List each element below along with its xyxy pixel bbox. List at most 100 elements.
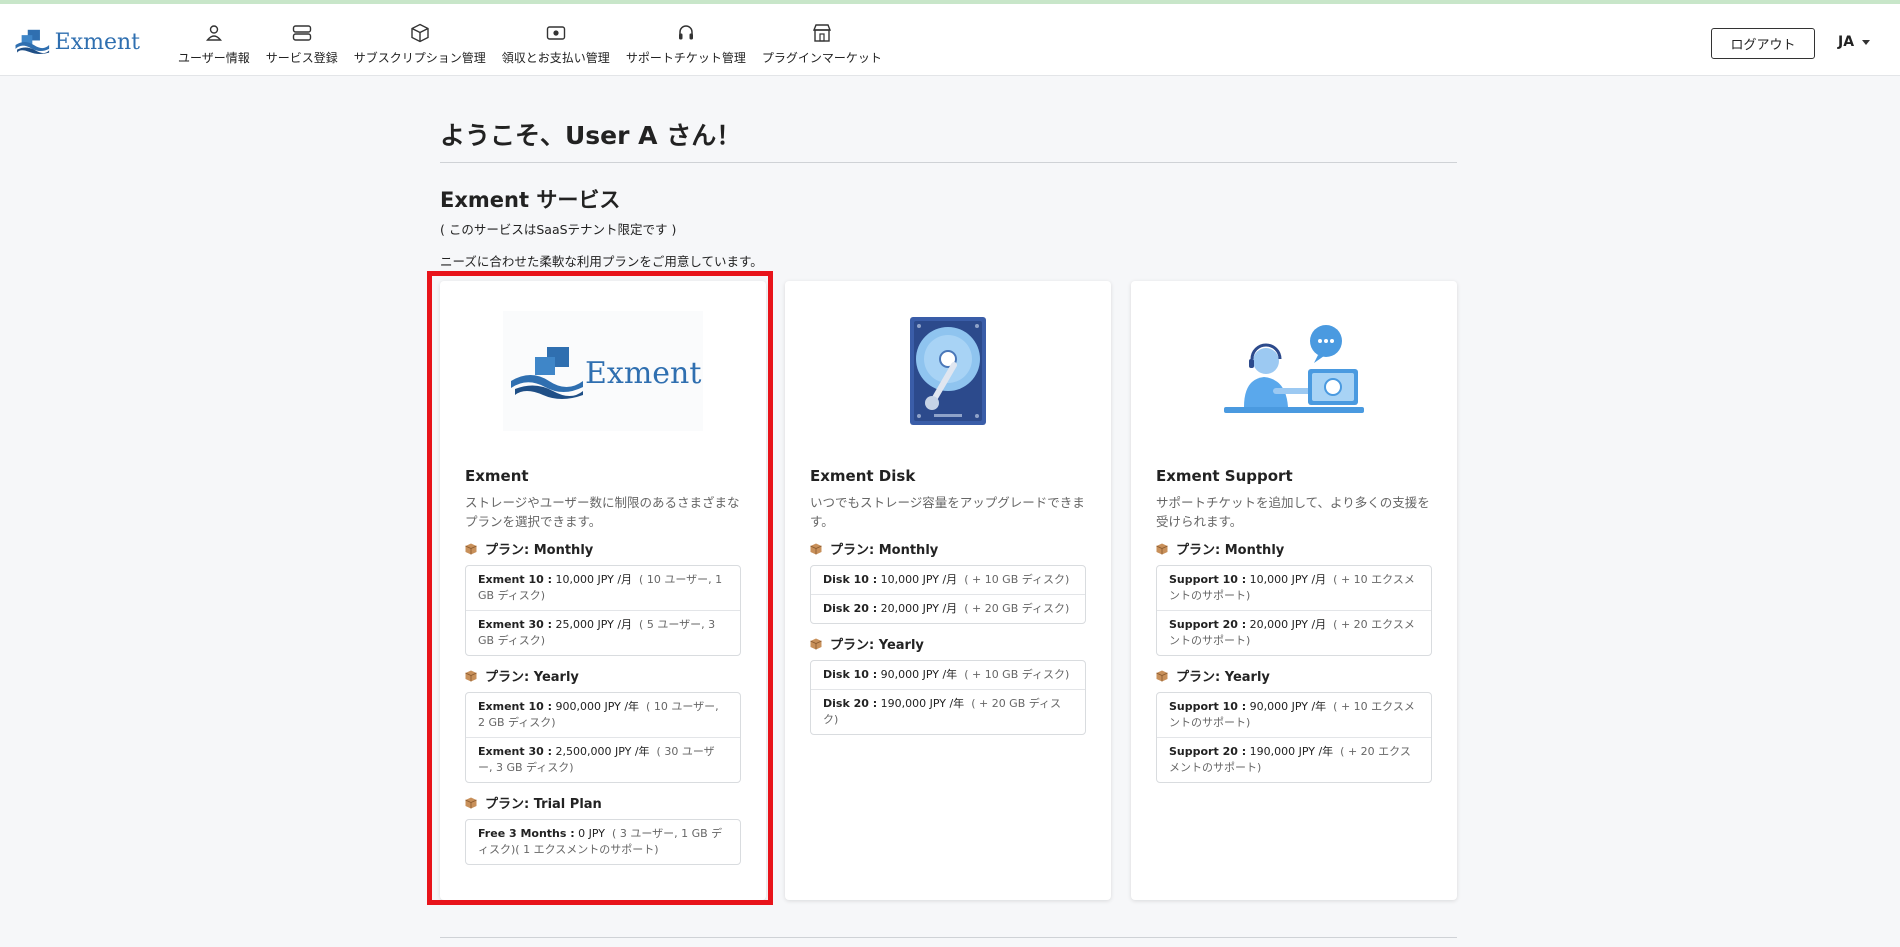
plan-item[interactable]: Support 10 : 10,000 JPY /月 ( + 10 エクスメント… <box>1157 566 1431 610</box>
package-icon <box>465 670 477 681</box>
plan-item[interactable]: Exment 30 : 2,500,000 JPY /年 ( 30 ユーザー, … <box>466 737 740 782</box>
package-icon <box>1156 543 1168 554</box>
plan-price: 190,000 JPY /年 <box>1249 745 1334 758</box>
plan-heading: プラン: Yearly <box>810 634 1086 653</box>
card-title: Exment Disk <box>810 467 916 485</box>
plan-price: 190,000 JPY /年 <box>880 697 965 710</box>
plan-name: Exment 10 : <box>478 700 552 713</box>
hard-disk-icon <box>910 317 986 425</box>
service-card-disk[interactable]: Exment Disk いつでもストレージ容量をアップグレードできます。 プラン… <box>785 281 1111 900</box>
plan-heading-label: プラン: Yearly <box>830 638 924 653</box>
plan-price: 10,000 JPY /月 <box>555 573 633 586</box>
plan-list: Support 10 : 10,000 JPY /月 ( + 10 エクスメント… <box>1156 565 1432 656</box>
plan-heading-label: プラン: Monthly <box>830 543 939 558</box>
plan-price: 25,000 JPY /月 <box>555 618 633 631</box>
plan-list: Free 3 Months : 0 JPY ( 3 ユーザー, 1 GB ディス… <box>465 819 741 865</box>
logo-image-text: Exment <box>585 356 701 391</box>
plan-name: Exment 30 : <box>478 745 552 758</box>
support-agent-illustration <box>1224 325 1364 413</box>
logout-button[interactable]: ログアウト <box>1711 28 1815 59</box>
plan-list: Exment 10 : 900,000 JPY /年 ( 10 ユーザー, 2 … <box>465 692 741 783</box>
logo-text: Exment <box>54 29 140 55</box>
top-header: Exment ユーザー情報 サービス登録 サブスクリプション管理 領収とお支払い… <box>0 4 1900 76</box>
plan-item[interactable]: Disk 10 : 10,000 JPY /月 ( + 10 GB ディスク) <box>811 566 1085 594</box>
plan-price: 90,000 JPY /年 <box>880 668 958 681</box>
plan-name: Support 20 : <box>1169 618 1247 631</box>
plan-heading: プラン: Monthly <box>810 539 1086 558</box>
package-icon <box>810 638 822 649</box>
plan-price: 2,500,000 JPY /年 <box>555 745 650 758</box>
card-body: Exment ストレージやユーザー数に制限のあるさまざまなプランを選択できます。… <box>465 467 741 875</box>
services-description: ニーズに合わせた柔軟な利用プランをご用意しています。 <box>440 254 763 269</box>
divider <box>440 162 1457 163</box>
plan-heading-label: プラン: Yearly <box>485 670 579 685</box>
plan-item[interactable]: Exment 10 : 900,000 JPY /年 ( 10 ユーザー, 2 … <box>466 693 740 737</box>
welcome-heading: ようこそ、User A さん！ <box>440 121 742 150</box>
divider <box>440 937 1457 938</box>
plan-list: Exment 10 : 10,000 JPY /月 ( 10 ユーザー, 1 G… <box>465 565 741 656</box>
plan-item[interactable]: Exment 30 : 25,000 JPY /月 ( 5 ユーザー, 3 GB… <box>466 610 740 655</box>
service-card-exment[interactable]: Exment Exment ストレージやユーザー数に制限のあるさまざまなプランを… <box>440 281 766 900</box>
plan-detail: ( + 10 GB ディスク) <box>964 668 1070 681</box>
plan-item[interactable]: Disk 20 : 20,000 JPY /月 ( + 20 GB ディスク) <box>811 594 1085 623</box>
nav-support-tickets[interactable]: サポートチケット管理 <box>618 22 754 66</box>
user-icon <box>203 22 225 44</box>
server-icon <box>291 22 313 44</box>
exment-logo[interactable]: Exment <box>14 22 140 62</box>
main-nav: ユーザー情報 サービス登録 サブスクリプション管理 領収とお支払い管理 サポート… <box>170 22 890 66</box>
language-dropdown[interactable]: JA <box>1838 34 1871 50</box>
plan-item[interactable]: Disk 10 : 90,000 JPY /年 ( + 10 GB ディスク) <box>811 661 1085 689</box>
plan-name: Free 3 Months : <box>478 827 575 840</box>
plan-name: Support 10 : <box>1169 700 1247 713</box>
services-note: ( このサービスはSaaSテナント限定です ) <box>440 222 677 237</box>
chevron-down-icon <box>1862 39 1871 45</box>
plan-item[interactable]: Support 10 : 90,000 JPY /年 ( + 10 エクスメント… <box>1157 693 1431 737</box>
plan-item[interactable]: Disk 20 : 190,000 JPY /年 ( + 20 GB ディスク) <box>811 689 1085 734</box>
plan-price: 10,000 JPY /月 <box>1249 573 1327 586</box>
plan-heading: プラン: Yearly <box>1156 666 1432 685</box>
headset-icon <box>675 22 697 44</box>
nav-billing[interactable]: 領収とお支払い管理 <box>494 22 618 66</box>
plan-price: 900,000 JPY /年 <box>555 700 640 713</box>
plan-name: Exment 30 : <box>478 618 552 631</box>
nav-label: プラグインマーケット <box>761 51 882 65</box>
card-description: いつでもストレージ容量をアップグレードできます。 <box>810 495 1085 529</box>
plan-price: 20,000 JPY /月 <box>1249 618 1327 631</box>
plan-item[interactable]: Free 3 Months : 0 JPY ( 3 ユーザー, 1 GB ディス… <box>466 820 740 864</box>
plan-name: Disk 10 : <box>823 668 878 681</box>
card-image <box>785 301 1111 441</box>
nav-subscription[interactable]: サブスクリプション管理 <box>346 22 494 66</box>
nav-plugin-market[interactable]: プラグインマーケット <box>754 22 890 66</box>
card-body: Exment Disk いつでもストレージ容量をアップグレードできます。 プラン… <box>810 467 1086 745</box>
money-icon <box>545 22 567 44</box>
nav-service-registration[interactable]: サービス登録 <box>258 22 346 66</box>
plan-price: 10,000 JPY /月 <box>880 573 958 586</box>
plan-list: Support 10 : 90,000 JPY /年 ( + 10 エクスメント… <box>1156 692 1432 783</box>
nav-label: サービス登録 <box>265 51 338 65</box>
plan-price: 0 JPY <box>578 827 606 840</box>
plan-item[interactable]: Exment 10 : 10,000 JPY /月 ( 10 ユーザー, 1 G… <box>466 566 740 610</box>
plan-heading: プラン: Yearly <box>465 666 741 685</box>
plan-heading: プラン: Monthly <box>465 539 741 558</box>
language-label: JA <box>1838 34 1855 50</box>
plan-price: 90,000 JPY /年 <box>1249 700 1327 713</box>
plan-heading-label: プラン: Yearly <box>1176 670 1270 685</box>
package-icon <box>465 543 477 554</box>
nav-label: サポートチケット管理 <box>625 51 746 65</box>
plan-item[interactable]: Support 20 : 20,000 JPY /月 ( + 20 エクスメント… <box>1157 610 1431 655</box>
plan-list: Disk 10 : 90,000 JPY /年 ( + 10 GB ディスク) … <box>810 660 1086 735</box>
exment-logo-icon <box>15 29 50 55</box>
plan-item[interactable]: Support 20 : 190,000 JPY /年 ( + 20 エクスメン… <box>1157 737 1431 782</box>
plan-heading: プラン: Trial Plan <box>465 793 741 812</box>
package-icon <box>1156 670 1168 681</box>
store-icon <box>811 22 833 44</box>
exment-logo-image: Exment <box>503 311 703 431</box>
plan-heading-label: プラン: Monthly <box>485 543 594 558</box>
package-icon <box>810 543 822 554</box>
nav-user-info[interactable]: ユーザー情報 <box>170 22 258 66</box>
service-card-support[interactable]: Exment Support サポートチケットを追加して、より多くの支援を受けら… <box>1131 281 1457 900</box>
card-title: Exment Support <box>1156 467 1293 485</box>
package-icon <box>465 797 477 808</box>
plan-name: Exment 10 : <box>478 573 552 586</box>
plan-heading-label: プラン: Trial Plan <box>485 797 602 812</box>
